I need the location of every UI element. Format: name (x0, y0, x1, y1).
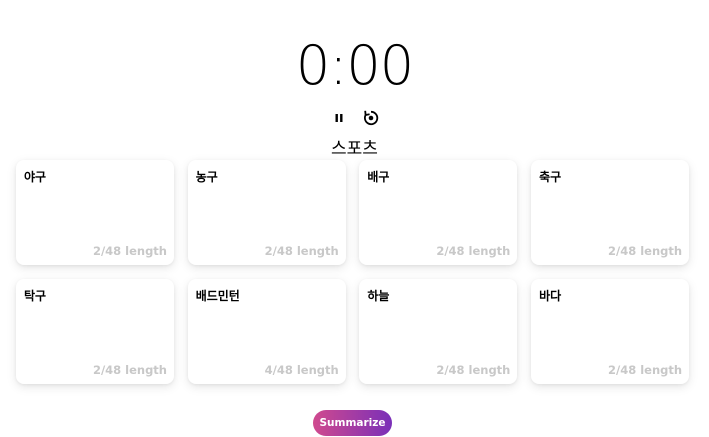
card-label: 배구 (367, 170, 390, 184)
card-label: 야구 (24, 170, 47, 184)
restart-icon (363, 110, 378, 126)
card-length: 4/48 length (264, 363, 339, 377)
card-volleyball[interactable]: 배구 2/48 length (359, 160, 518, 265)
card-length: 2/48 length (436, 363, 511, 377)
card-label: 하늘 (367, 289, 390, 303)
card-length: 2/48 length (436, 244, 511, 258)
card-length: 2/48 length (92, 244, 167, 258)
card-label: 농구 (195, 170, 218, 184)
card-length: 2/48 length (608, 363, 683, 377)
card-table-tennis[interactable]: 탁구 2/48 length (16, 279, 174, 384)
restart-button[interactable] (360, 107, 382, 129)
card-soccer[interactable]: 축구 2/48 length (531, 160, 690, 265)
card-length: 2/48 length (264, 244, 339, 258)
card-length: 2/48 length (608, 244, 683, 258)
section-title: 스포츠 (331, 139, 378, 159)
card-basketball[interactable]: 농구 2/48 length (187, 160, 346, 265)
card-label: 배드민턴 (195, 289, 240, 303)
pause-icon (335, 114, 342, 122)
card-label: 축구 (539, 170, 562, 184)
timer-display: 0:00 (295, 34, 414, 97)
card-grid: 야구 2/48 length 농구 2/48 length 배구 2/48 le… (16, 160, 690, 384)
summarize-button[interactable]: Summarize (313, 410, 392, 436)
card-label: 탁구 (24, 289, 47, 303)
pause-button[interactable] (328, 107, 350, 129)
timer-controls (0, 107, 709, 129)
card-label: 바다 (539, 289, 562, 303)
card-sea[interactable]: 바다 2/48 length (531, 279, 690, 384)
card-sky[interactable]: 하늘 2/48 length (359, 279, 518, 384)
card-baseball[interactable]: 야구 2/48 length (16, 160, 174, 265)
card-length: 2/48 length (92, 363, 167, 377)
card-badminton[interactable]: 배드민턴 4/48 length (187, 279, 346, 384)
